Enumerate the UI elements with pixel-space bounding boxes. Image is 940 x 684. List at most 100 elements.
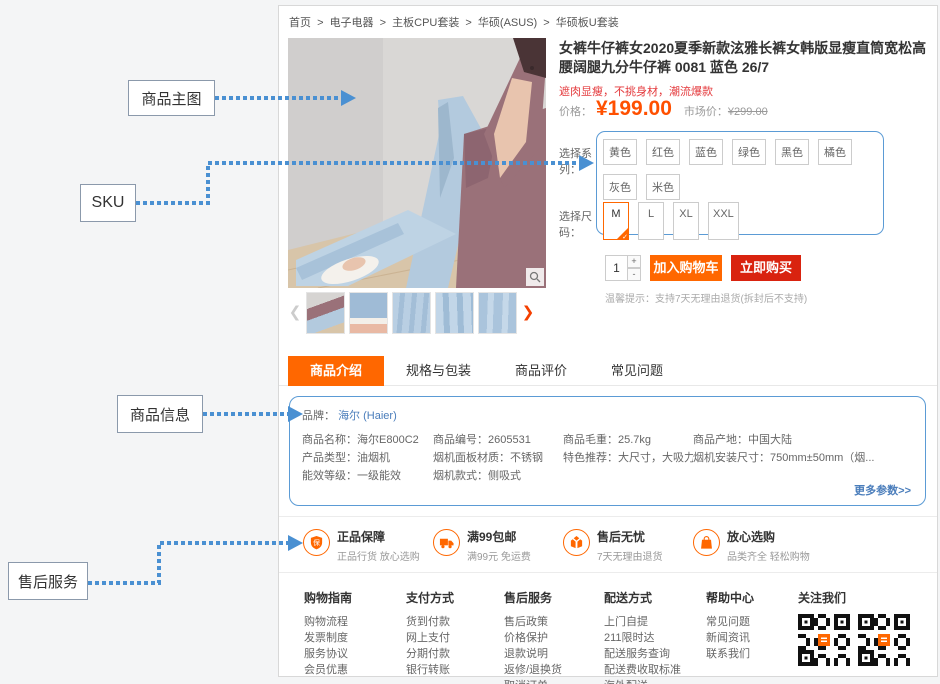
shield-badge-icon: 保 <box>303 529 330 556</box>
price-label: 价格： <box>559 103 592 119</box>
breadcrumb-item[interactable]: 华硕板U套装 <box>556 17 619 29</box>
footer-link[interactable]: 发票制度 <box>304 630 352 646</box>
svg-text:保: 保 <box>313 538 320 547</box>
footer-link[interactable]: 网上支付 <box>406 630 454 646</box>
current-price: ¥199.00 <box>596 97 672 121</box>
brand-link[interactable]: 海尔 (Haier) <box>338 410 397 422</box>
service-item: 放心选购 品类齐全 轻松购物 <box>693 525 823 572</box>
footer-link[interactable]: 价格保护 <box>504 630 562 646</box>
breadcrumb-item[interactable]: 华硕(ASUS) <box>478 17 537 29</box>
footer-column-title: 帮助中心 <box>706 589 754 606</box>
footer-link[interactable]: 返修/退换货 <box>504 662 562 678</box>
series-option[interactable]: 蓝色 <box>689 139 723 165</box>
footer-link[interactable]: 分期付款 <box>406 646 454 662</box>
size-option[interactable]: XL <box>673 202 699 240</box>
next-thumbnail-button[interactable]: ❯ <box>521 291 535 335</box>
qr-code <box>798 614 850 666</box>
footer-link[interactable]: 售后政策 <box>504 614 562 630</box>
thumbnail[interactable] <box>478 292 517 334</box>
footer-link[interactable]: 211限时达 <box>604 630 681 646</box>
product-main-image[interactable] <box>288 38 546 288</box>
detail-tabs: 商品介绍 规格与包装 商品评价 常见问题 <box>279 356 937 386</box>
service-subtitle: 7天无理由退货 <box>597 548 663 563</box>
thumbnail[interactable] <box>392 292 431 334</box>
tab-reviews[interactable]: 商品评价 <box>493 356 589 386</box>
site-footer: 购物指南 购物流程 发票制度 服务协议 会员优惠 支付方式 货到付款 网上支付 … <box>279 573 937 677</box>
info-field: 烟机面板材质：不锈钢 <box>433 449 563 467</box>
footer-link[interactable]: 配送费收取标准 <box>604 662 681 678</box>
footer-link[interactable]: 配送服务查询 <box>604 646 681 662</box>
info-field: 商品编号：2605531 <box>433 431 563 449</box>
add-to-cart-button[interactable]: 加入购物车 <box>650 255 722 281</box>
footer-link[interactable]: 退款说明 <box>504 646 562 662</box>
more-params-link[interactable]: 更多参数>> <box>854 482 911 498</box>
zoom-icon[interactable] <box>526 268 544 286</box>
size-option[interactable]: L <box>638 202 664 240</box>
service-subtitle: 品类齐全 轻松购物 <box>727 548 810 563</box>
prev-thumbnail-button[interactable]: ❮ <box>288 291 302 335</box>
shopping-bag-icon <box>693 529 720 556</box>
footer-link[interactable]: 购物流程 <box>304 614 352 630</box>
footer-link[interactable]: 服务协议 <box>304 646 352 662</box>
footer-link[interactable]: 海外配送 <box>604 678 681 684</box>
service-title: 正品保障 <box>337 528 420 545</box>
footer-link[interactable]: 新闻资讯 <box>706 630 754 646</box>
info-field: 特色推荐：大尺寸，大吸力，静音... <box>563 449 693 467</box>
series-option[interactable]: 绿色 <box>732 139 766 165</box>
footer-link[interactable]: 会员优惠 <box>304 662 352 678</box>
breadcrumb-item[interactable]: 首页 <box>289 17 311 29</box>
footer-link[interactable]: 联系我们 <box>706 646 754 662</box>
breadcrumb-item[interactable]: 主板CPU套装 <box>392 17 459 29</box>
service-subtitle: 满99元 免运费 <box>467 548 531 563</box>
series-option[interactable]: 黄色 <box>603 139 637 165</box>
quantity-decrease-button[interactable]: - <box>628 268 641 281</box>
annotation-label-product-info: 商品信息 <box>117 395 203 433</box>
parcel-icon <box>563 529 590 556</box>
footer-link[interactable]: 货到付款 <box>406 614 454 630</box>
truck-icon <box>433 529 460 556</box>
series-option[interactable]: 米色 <box>646 174 680 200</box>
footer-link[interactable]: 常见问题 <box>706 614 754 630</box>
tab-product-intro[interactable]: 商品介绍 <box>288 356 384 386</box>
info-field: 能效等级：一级能效 <box>302 467 433 485</box>
thumbnail[interactable] <box>306 292 345 334</box>
product-info-box: 品牌： 海尔 (Haier) 商品名称：海尔E800C2 商品编号：260553… <box>289 396 926 506</box>
series-option[interactable]: 橘色 <box>818 139 852 165</box>
thumbnail[interactable] <box>349 292 388 334</box>
product-page: 首页 > 电子电器 > 主板CPU套装 > 华硕(ASUS) > 华硕板U套装 <box>278 5 938 677</box>
size-label: 选择尺码： <box>559 202 603 240</box>
thumbnail-strip: ❮ ❯ <box>288 291 546 335</box>
footer-column-title: 关注我们 <box>798 589 918 606</box>
service-item: 满99包邮 满99元 免运费 <box>433 525 563 572</box>
breadcrumb-separator: > <box>317 17 323 29</box>
product-detail: 女裤牛仔裤女2020夏季新款泫雅长裤女韩版显瘦直筒宽松高腰阔腿九分牛仔裤 008… <box>559 39 935 314</box>
buy-now-button[interactable]: 立即购买 <box>731 255 801 281</box>
service-title: 满99包邮 <box>467 528 531 545</box>
info-field: 商品产地：中国大陆 <box>693 431 914 449</box>
service-subtitle: 正品行货 放心选购 <box>337 548 420 563</box>
footer-link[interactable]: 上门自提 <box>604 614 681 630</box>
quantity-increase-button[interactable]: + <box>628 255 641 268</box>
tab-spec-package[interactable]: 规格与包装 <box>384 356 493 386</box>
product-gallery: ❮ ❯ <box>288 38 546 335</box>
brand-label: 品牌： <box>302 410 335 422</box>
size-option-selected[interactable]: M <box>603 202 629 240</box>
thumbnail[interactable] <box>435 292 474 334</box>
series-option[interactable]: 灰色 <box>603 174 637 200</box>
quantity-input[interactable] <box>605 255 628 281</box>
info-field: 烟机安装尺寸：750mm±50mm（烟... <box>693 449 914 467</box>
tab-faq[interactable]: 常见问题 <box>589 356 685 386</box>
series-option[interactable]: 红色 <box>646 139 680 165</box>
service-guarantees: 保 正品保障 正品行货 放心选购 <box>279 516 937 573</box>
annotation-label-main-image: 商品主图 <box>128 80 215 116</box>
footer-column-follow-us: 关注我们 <box>798 589 918 666</box>
footer-column-aftersale: 售后服务 售后政策 价格保护 退款说明 返修/退换货 取消订单 <box>504 589 562 684</box>
info-field: 商品毛重：25.7kg <box>563 431 693 449</box>
series-option[interactable]: 黑色 <box>775 139 809 165</box>
footer-link[interactable]: 取消订单 <box>504 678 562 684</box>
breadcrumb-item[interactable]: 电子电器 <box>330 17 374 29</box>
footer-column-help: 帮助中心 常见问题 新闻资讯 联系我们 <box>706 589 754 662</box>
footer-link[interactable]: 银行转账 <box>406 662 454 678</box>
size-option[interactable]: XXL <box>708 202 739 240</box>
service-title: 放心选购 <box>727 528 810 545</box>
